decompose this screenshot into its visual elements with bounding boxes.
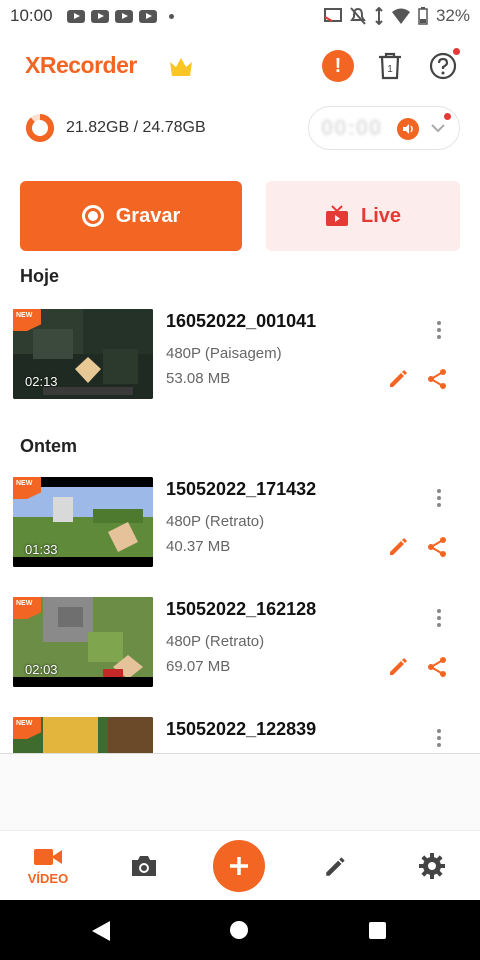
section-yesterday: Ontem [20, 436, 78, 456]
home-icon[interactable] [230, 921, 248, 939]
nav-edit-tab[interactable] [320, 831, 352, 901]
edit-icon[interactable] [386, 367, 410, 391]
video-item[interactable]: NEW 01:33 15052022_171432 480P (Retrato)… [0, 477, 480, 569]
video-list: Hoje NEW 02:13 16052022_001041 480P (Pai… [0, 0, 480, 753]
video-item[interactable]: NEW 02:03 15052022_162128 480P (Retrato)… [0, 597, 480, 689]
plus-icon [230, 857, 248, 875]
add-fab[interactable] [213, 840, 265, 892]
back-icon[interactable] [92, 921, 110, 941]
edit-icon[interactable] [386, 535, 410, 559]
video-size: 40.37 MB [166, 538, 231, 555]
video-resolution: 480P (Paisagem) [166, 345, 282, 362]
share-icon[interactable] [425, 535, 449, 559]
pencil-icon [326, 857, 345, 876]
video-title: 15052022_171432 [166, 479, 317, 499]
share-icon[interactable] [425, 655, 449, 679]
nav-settings-tab[interactable] [416, 831, 448, 901]
video-resolution: 480P (Retrato) [166, 513, 265, 530]
bottom-navigation: VÍDEO [0, 830, 480, 900]
video-size: 69.07 MB [166, 658, 231, 675]
video-title: 16052022_001041 [166, 311, 317, 331]
more-options-icon[interactable] [430, 317, 448, 343]
video-item[interactable]: NEW 02:13 16052022_001041 480P (Paisagem… [0, 309, 480, 401]
video-thumbnail[interactable]: NEW 02:03 [13, 597, 153, 687]
camera-icon [132, 856, 156, 876]
video-thumbnail[interactable]: NEW 01:33 [13, 477, 153, 567]
nav-video-label: VÍDEO [27, 870, 69, 886]
video-size: 53.08 MB [166, 370, 231, 387]
video-duration: 02:13 [25, 374, 58, 389]
more-options-icon[interactable] [430, 725, 448, 751]
nav-video-tab[interactable]: VÍDEO [22, 831, 74, 901]
video-thumbnail[interactable]: NEW 02:13 [13, 309, 153, 399]
ad-placeholder-area [0, 754, 480, 830]
system-navigation-bar [0, 900, 480, 960]
video-resolution: 480P (Retrato) [166, 633, 265, 650]
video-camera-icon [34, 848, 62, 865]
more-options-icon[interactable] [430, 605, 448, 631]
section-today: Hoje [20, 266, 60, 286]
video-title: 15052022_162128 [166, 599, 317, 619]
recent-apps-icon[interactable] [369, 922, 386, 939]
nav-add-button[interactable] [212, 831, 266, 901]
video-thumbnail[interactable]: NEW [13, 717, 153, 753]
video-duration: 02:03 [25, 662, 58, 677]
more-options-icon[interactable] [430, 485, 448, 511]
video-duration: 01:33 [25, 542, 58, 557]
nav-screenshot-tab[interactable] [128, 831, 160, 901]
video-title: 15052022_122839 [166, 719, 317, 739]
share-icon[interactable] [425, 367, 449, 391]
edit-icon[interactable] [386, 655, 410, 679]
video-item[interactable]: NEW 15052022_122839 [0, 717, 480, 753]
gear-icon [419, 853, 445, 879]
